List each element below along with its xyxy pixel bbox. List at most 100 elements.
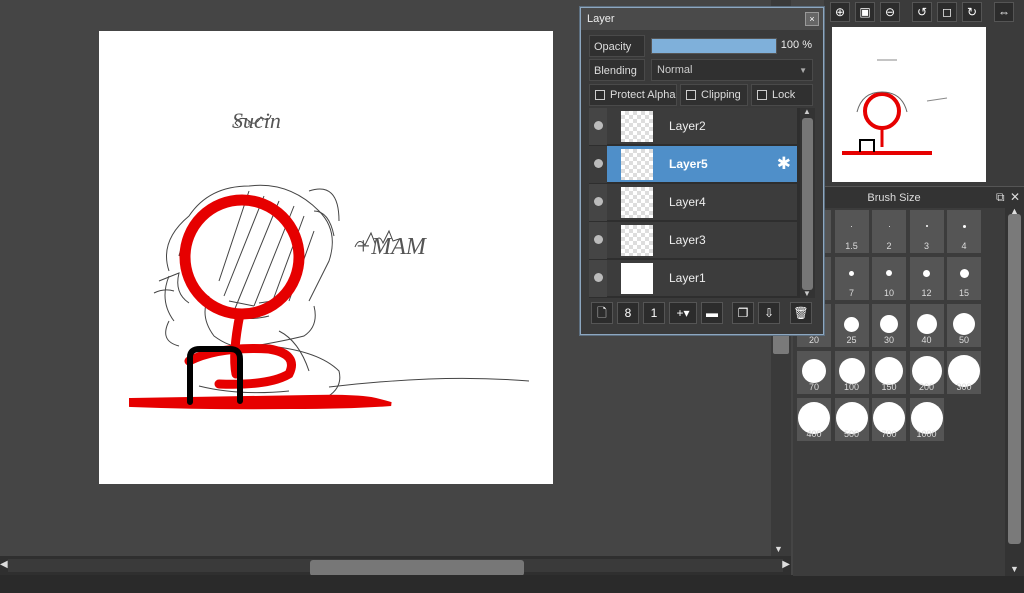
undock-icon[interactable]: ⧉ bbox=[996, 190, 1005, 205]
scroll-down-arrow-icon[interactable]: ▼ bbox=[774, 544, 783, 554]
brush-size-label: 700 bbox=[881, 429, 897, 439]
protect-alpha-label: Protect Alpha bbox=[610, 89, 676, 101]
layer-window: Layer × Opacity 100 % Blending Normal ▼ P… bbox=[580, 7, 824, 335]
brush-size-label: 1.5 bbox=[845, 241, 858, 251]
brush-size-label: 25 bbox=[846, 335, 857, 345]
brush-size-cell[interactable]: 70 bbox=[797, 351, 831, 394]
brush-size-cell[interactable]: 1000 bbox=[909, 398, 944, 441]
sketch-text-2: +MAM bbox=[355, 234, 428, 260]
layer-list-scroll-thumb[interactable] bbox=[802, 118, 813, 290]
brush-size-cell[interactable]: 2 bbox=[872, 210, 906, 253]
brush-size-label: 30 bbox=[883, 335, 894, 345]
eye-dot-icon bbox=[594, 159, 603, 168]
lock-label: Lock bbox=[772, 89, 796, 101]
eye-dot-icon bbox=[594, 121, 603, 130]
layer-name: Layer3 bbox=[669, 233, 706, 247]
new-1bit-layer-icon[interactable]: 1 bbox=[643, 302, 665, 324]
brush-size-label: 15 bbox=[958, 288, 969, 298]
visibility-toggle[interactable] bbox=[589, 222, 607, 259]
scroll-down-arrow-icon[interactable]: ▼ bbox=[803, 289, 811, 298]
visibility-toggle[interactable] bbox=[589, 184, 607, 221]
layer-row[interactable]: Layer4 bbox=[589, 184, 797, 221]
clipping-checkbox[interactable]: Clipping bbox=[680, 84, 748, 106]
brush-dot-icon bbox=[802, 359, 826, 383]
brush-size-cell[interactable]: 10 bbox=[872, 257, 906, 300]
layer-row[interactable]: Layer2 bbox=[589, 108, 797, 145]
brush-size-cell[interactable]: 50 bbox=[947, 304, 981, 347]
opacity-value: 100 % bbox=[780, 39, 812, 51]
navigator-preview[interactable] bbox=[832, 27, 986, 182]
rotate-left-icon[interactable]: ↺ bbox=[912, 2, 932, 22]
new-8bit-layer-icon[interactable]: 8 bbox=[617, 302, 639, 324]
brush-size-cell[interactable]: 7 bbox=[834, 257, 869, 300]
opacity-slider[interactable] bbox=[651, 38, 777, 54]
brush-size-cell[interactable]: 3 bbox=[909, 210, 944, 253]
brush-panel-scroll-thumb[interactable] bbox=[1008, 214, 1021, 544]
layer-list-scrollbar[interactable]: ▲ ▼ bbox=[800, 107, 815, 298]
horizontal-scroll-track[interactable] bbox=[8, 559, 783, 576]
new-layer-icon[interactable]: 🗋 bbox=[591, 302, 613, 324]
brush-size-cell[interactable]: 1.5 bbox=[834, 210, 869, 253]
close-icon[interactable]: × bbox=[805, 12, 819, 26]
eye-dot-icon bbox=[594, 273, 603, 282]
scroll-right-arrow-icon[interactable]: ▶ bbox=[782, 559, 790, 570]
drawing-canvas[interactable]: Sucin +MAM bbox=[99, 31, 553, 484]
new-folder-icon[interactable]: ▬ bbox=[701, 302, 723, 324]
zoom-out-icon[interactable]: ⊖ bbox=[880, 2, 900, 22]
brush-size-label: 10 bbox=[883, 288, 894, 298]
layer-row[interactable]: Layer5 ✱ bbox=[589, 146, 797, 183]
brush-size-cell[interactable]: 150 bbox=[872, 351, 906, 394]
layer-window-titlebar[interactable]: Layer × bbox=[581, 8, 823, 30]
layer-toolbar: 🗋 8 1 +▾ ▬ ❐ ⇩ 🗑 bbox=[589, 300, 815, 326]
layer-row[interactable]: Layer3 bbox=[589, 222, 797, 259]
brush-size-cell[interactable]: 400 bbox=[797, 398, 831, 441]
canvas-horizontal-scrollbar[interactable]: ◀ ▶ bbox=[0, 556, 791, 576]
brush-dot-icon bbox=[925, 225, 928, 227]
delete-layer-icon[interactable]: 🗑 bbox=[790, 302, 812, 324]
layer-row[interactable]: Layer1 bbox=[589, 260, 797, 297]
protect-alpha-checkbox[interactable]: Protect Alpha bbox=[589, 84, 677, 106]
scroll-left-arrow-icon[interactable]: ◀ bbox=[0, 559, 8, 570]
brush-size-cell[interactable]: 12 bbox=[909, 257, 944, 300]
brush-size-cell[interactable]: 25 bbox=[834, 304, 869, 347]
scroll-up-arrow-icon[interactable]: ▲ bbox=[803, 107, 811, 116]
rotate-right-icon[interactable]: ↻ bbox=[962, 2, 982, 22]
layer-thumbnail bbox=[621, 111, 653, 142]
flip-icon[interactable]: ⇔ bbox=[994, 2, 1014, 22]
brush-panel-scrollbar[interactable]: ▲ ▼ bbox=[1005, 206, 1024, 576]
brush-size-cell[interactable]: 30 bbox=[872, 304, 906, 347]
visibility-toggle[interactable] bbox=[589, 146, 607, 183]
visibility-toggle[interactable] bbox=[589, 260, 607, 297]
scroll-down-arrow-icon[interactable]: ▼ bbox=[1010, 564, 1019, 574]
close-icon[interactable]: ✕ bbox=[1010, 190, 1020, 204]
horizontal-scroll-thumb[interactable] bbox=[310, 560, 524, 576]
brush-size-cell[interactable]: 200 bbox=[909, 351, 944, 394]
brush-size-cell[interactable]: 4 bbox=[947, 210, 981, 253]
merge-down-icon[interactable]: ⇩ bbox=[758, 302, 780, 324]
brush-size-cell[interactable]: 100 bbox=[834, 351, 869, 394]
brush-size-label: 40 bbox=[921, 335, 932, 345]
brush-size-label: 12 bbox=[921, 288, 932, 298]
zoom-in-icon[interactable]: ⊕ bbox=[830, 2, 850, 22]
brush-size-cell[interactable]: 15 bbox=[947, 257, 981, 300]
fit-screen-icon[interactable]: ▣ bbox=[855, 2, 875, 22]
lock-checkbox[interactable]: Lock bbox=[751, 84, 813, 106]
actual-size-icon[interactable]: ◻ bbox=[937, 2, 957, 22]
app-window: Sucin +MAM ▼ ◀ ▶ ⊕ ▣ ⊖ ↺ ◻ ↻ ⇔ Brush Siz… bbox=[0, 0, 1024, 593]
duplicate-layer-icon[interactable]: ❐ bbox=[732, 302, 754, 324]
brush-size-cell[interactable]: 40 bbox=[909, 304, 944, 347]
blending-select[interactable]: Normal ▼ bbox=[651, 59, 813, 81]
layer-list: Layer2 Layer5 ✱ Layer4 Layer3 Layer1 ▲ ▼ bbox=[589, 107, 815, 298]
brush-dot-icon bbox=[838, 358, 865, 384]
checkbox-icon bbox=[686, 90, 696, 100]
layer-thumbnail bbox=[621, 225, 653, 256]
brush-size-cell[interactable]: 300 bbox=[947, 351, 981, 394]
sketch-text-1: Sucin bbox=[232, 108, 281, 133]
add-layer-menu-icon[interactable]: +▾ bbox=[669, 302, 697, 324]
brush-size-cell[interactable]: 500 bbox=[834, 398, 869, 441]
layer-settings-icon[interactable]: ✱ bbox=[777, 154, 791, 174]
brush-size-label: 4 bbox=[961, 241, 967, 251]
brush-size-label: 3 bbox=[923, 241, 929, 251]
visibility-toggle[interactable] bbox=[589, 108, 607, 145]
brush-size-cell[interactable]: 700 bbox=[872, 398, 906, 441]
